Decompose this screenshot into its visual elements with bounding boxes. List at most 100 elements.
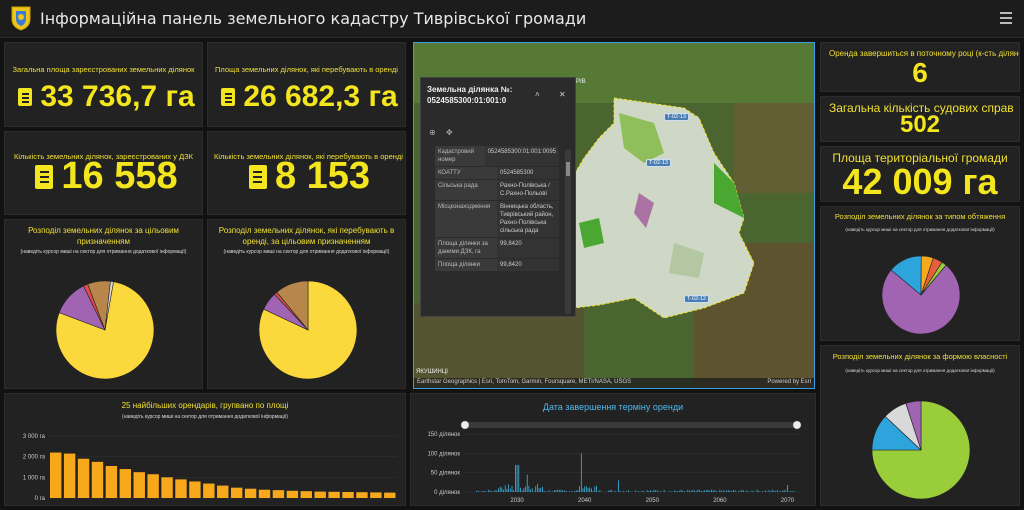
chart-title: Розподіл земельних ділянок за типом обтя… bbox=[834, 212, 1006, 221]
bar[interactable] bbox=[272, 490, 285, 498]
pie-chart-purpose[interactable] bbox=[55, 280, 155, 380]
bar[interactable] bbox=[244, 488, 257, 498]
bar[interactable] bbox=[258, 489, 271, 498]
y-tick-label: 0 ділянок bbox=[434, 490, 460, 496]
bar[interactable] bbox=[384, 492, 396, 498]
hamburger-menu-icon[interactable] bbox=[1000, 12, 1012, 24]
y-tick-label: 3 000 га bbox=[23, 434, 46, 440]
indicator-lease-area: Площа земельних ділянок, які перебувають… bbox=[207, 42, 406, 127]
timeline-chart-lease-end[interactable]: 150 ділянок 100 ділянок 50 ділянок 0 діляно… bbox=[411, 420, 815, 506]
chart-hint: (наведіть курсор миші на сектор для отри… bbox=[122, 414, 288, 420]
bar[interactable] bbox=[50, 452, 62, 498]
coat-of-arms-icon bbox=[11, 6, 31, 31]
bar[interactable] bbox=[342, 492, 354, 498]
map-attribution: Earthstar Geographics | Esri, TomTom, Ga… bbox=[414, 378, 814, 388]
indicator-title: Площа земельних ділянок, які перебувають… bbox=[215, 65, 398, 74]
bar[interactable] bbox=[189, 481, 201, 498]
indicator-total-area: Загальна площа зареєстрованих земельних … bbox=[4, 42, 203, 127]
bar[interactable] bbox=[300, 491, 312, 498]
y-tick-label: 0 га bbox=[35, 496, 46, 502]
document-icon bbox=[248, 164, 267, 189]
document-icon bbox=[35, 164, 54, 189]
y-tick-label: 2 000 га bbox=[23, 455, 46, 461]
attribute-row: Площа ділянки 99,8420 bbox=[435, 259, 559, 272]
bar[interactable] bbox=[314, 491, 326, 498]
bar[interactable] bbox=[161, 477, 173, 498]
stat-community-area: Площа територіальної громади 42 009 га bbox=[820, 146, 1020, 202]
top-lessees-panel: 25 найбільших орендарів, групвано по пло… bbox=[4, 393, 406, 506]
stat-value: 502 bbox=[899, 111, 941, 138]
attribute-row: Місцезнаходження Вінницька область, Тиврі… bbox=[435, 201, 559, 238]
map-view[interactable]: T-02-13 T-02-13 T-02-12 ТИВРІВ ЯКУШИНЦІ … bbox=[413, 42, 815, 389]
indicator-title: Загальна площа зареєстрованих земельних … bbox=[12, 65, 195, 74]
stat-court-cases: Загальна кількість судових справ 502 bbox=[820, 96, 1020, 142]
document-icon bbox=[18, 88, 33, 106]
y-tick-label: 100 ділянок bbox=[427, 451, 460, 457]
bar-chart-top-lessees[interactable]: 3 000 га 2 000 га 1 000 га 0 га bbox=[5, 430, 405, 505]
pie-chart-encumbrance[interactable] bbox=[881, 255, 961, 335]
indicator-value: 16 558 bbox=[61, 155, 178, 197]
x-tick-label: 2030 bbox=[510, 498, 524, 504]
range-slider-handle[interactable] bbox=[792, 420, 802, 430]
close-icon[interactable]: ✕ bbox=[559, 90, 566, 99]
pie-lease-panel: Розподіл земельних ділянок, які перебува… bbox=[207, 219, 406, 389]
range-slider-handle[interactable] bbox=[460, 420, 470, 430]
indicator-lease-count: Кількість земельних ділянок, які перебув… bbox=[207, 131, 406, 215]
chart-hint: (наведіть курсор миші на сектор для отри… bbox=[845, 368, 995, 373]
x-tick-label: 2070 bbox=[781, 498, 795, 504]
bar[interactable] bbox=[133, 472, 145, 498]
bar[interactable] bbox=[217, 485, 229, 498]
pie-purpose-panel: Розподіл земельних ділянок за цільовим п… bbox=[4, 219, 203, 389]
bar[interactable] bbox=[63, 453, 76, 498]
pie-chart-ownership[interactable] bbox=[871, 400, 971, 500]
bar[interactable] bbox=[119, 469, 132, 498]
bar[interactable] bbox=[77, 458, 90, 498]
bar[interactable] bbox=[230, 487, 243, 498]
bar[interactable] bbox=[203, 483, 215, 498]
powered-by-esri[interactable]: Powered by Esri bbox=[767, 379, 811, 385]
indicator-value: 26 682,3 га bbox=[243, 80, 398, 113]
lease-end-panel: Дата завершення терміну оренди 150 ділян… bbox=[410, 393, 816, 506]
attribute-row: КОАТТУ 0524585300 bbox=[435, 167, 559, 180]
bar[interactable] bbox=[175, 479, 187, 498]
road-label: T-02-13 bbox=[646, 159, 671, 167]
x-tick-label: 2040 bbox=[578, 498, 592, 504]
place-label: ЯКУШИНЦІ bbox=[416, 369, 448, 375]
bar[interactable] bbox=[105, 465, 118, 498]
bar[interactable] bbox=[286, 490, 299, 498]
bar[interactable] bbox=[328, 491, 340, 498]
popup-scrollbar[interactable] bbox=[565, 150, 571, 314]
bar[interactable] bbox=[370, 492, 382, 498]
chart-hint: (наведіть курсор миші на сектор для отри… bbox=[845, 227, 995, 232]
chart-title: Дата завершення терміну оренди bbox=[542, 402, 684, 412]
bar[interactable] bbox=[147, 474, 159, 498]
road-label: T-02-12 bbox=[684, 295, 709, 303]
y-tick-label: 50 ділянок bbox=[431, 471, 461, 477]
chart-hint: (наведіть курсор миші на сектор для отри… bbox=[223, 249, 390, 255]
attribute-row: Площа ділянки за даними ДЗК, га 99,8420 bbox=[435, 238, 559, 259]
chart-title: Розподіл земельних ділянок, які перебува… bbox=[218, 226, 395, 246]
pie-ownership-panel: Розподіл земельних ділянок за формою вла… bbox=[820, 345, 1020, 506]
road-label: T-02-13 bbox=[664, 113, 689, 121]
pie-chart-lease[interactable] bbox=[258, 280, 358, 380]
chart-title: Розподіл земельних ділянок за цільовим п… bbox=[28, 226, 179, 246]
bar[interactable] bbox=[356, 492, 368, 498]
popup-title: Земельна ділянка №: 0524585300:01:001:0 bbox=[427, 85, 513, 105]
pie-encumbrance-panel: Розподіл земельних ділянок за типом обтя… bbox=[820, 206, 1020, 341]
attribute-row: Сільська рада Рахно-Полівська / С.Рахно-П… bbox=[435, 180, 559, 201]
chart-hint: (наведіть курсор миші на сектор для отри… bbox=[20, 249, 187, 255]
pan-icon[interactable]: ✥ bbox=[446, 128, 453, 137]
stat-value: 42 009 га bbox=[842, 161, 998, 202]
zoom-to-icon[interactable]: ⊕ bbox=[429, 128, 436, 137]
chart-title: Розподіл земельних ділянок за формою вла… bbox=[832, 352, 1008, 361]
x-tick-label: 2060 bbox=[713, 498, 727, 504]
stat-leases-ending: Оренда завершиться в поточному році (к-с… bbox=[820, 42, 1020, 92]
y-tick-label: 1 000 га bbox=[23, 475, 46, 481]
bar[interactable] bbox=[91, 461, 104, 498]
document-icon bbox=[221, 88, 236, 106]
feature-popup[interactable]: Земельна ділянка №: 0524585300:01:001:0 … bbox=[420, 77, 576, 317]
attribute-row: Кадастровий номер 0524585300:01:001:0095 bbox=[435, 146, 559, 167]
chevron-up-icon[interactable]: ˄ bbox=[535, 90, 540, 99]
app-header: Інформаційна панель земельного кадастру … bbox=[0, 0, 1024, 38]
range-slider-track[interactable] bbox=[465, 422, 799, 428]
